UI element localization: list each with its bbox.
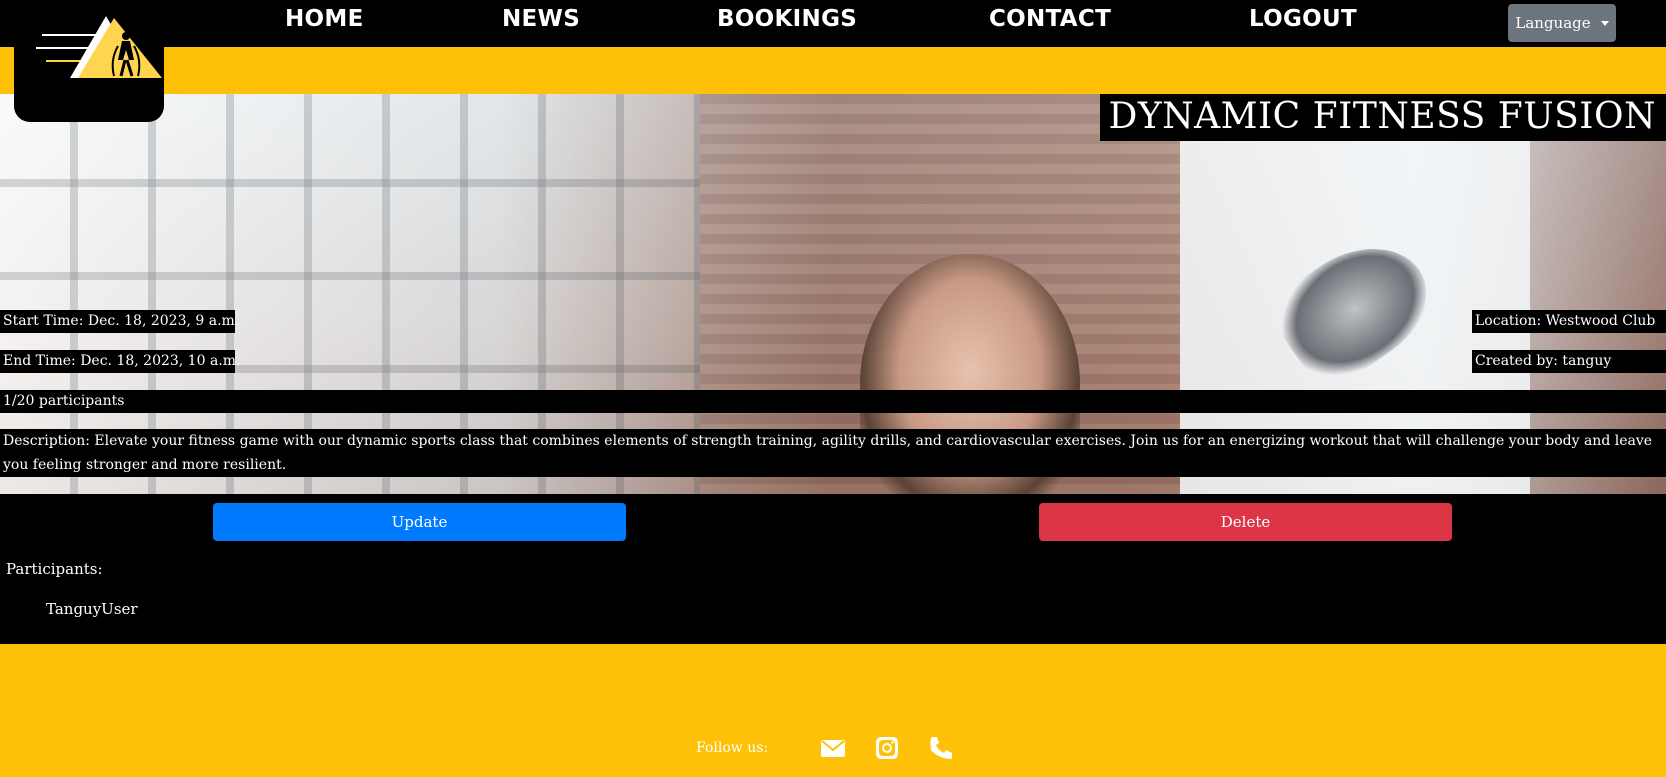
- created-by: Created by: tanguy: [1472, 350, 1666, 373]
- end-time: End Time: Dec. 18, 2023, 10 a.m.: [0, 350, 240, 373]
- language-label: Language: [1515, 14, 1591, 32]
- envelope-icon[interactable]: [820, 735, 846, 761]
- footer: Follow us:: [0, 644, 1666, 777]
- nav-news-link[interactable]: NEWS: [502, 6, 580, 32]
- class-title: DYNAMIC FITNESS FUSION: [1100, 94, 1666, 141]
- class-actions-panel: Update Delete Participants: TanguyUser: [0, 494, 1666, 644]
- phone-icon[interactable]: [928, 735, 954, 761]
- participants-heading: Participants:: [6, 560, 103, 578]
- participants-count: 1/20 participants: [0, 390, 1666, 413]
- top-navbar: HOME NEWS BOOKINGS CONTACT LOGOUT Langua…: [0, 0, 1666, 47]
- location: Location: Westwood Club: [1472, 310, 1666, 333]
- nav-home-link[interactable]: HOME: [285, 6, 364, 32]
- participant-item: TanguyUser: [46, 600, 138, 618]
- instagram-icon[interactable]: [874, 735, 900, 761]
- nav-contact-link[interactable]: CONTACT: [989, 6, 1111, 32]
- delete-button[interactable]: Delete: [1039, 503, 1452, 541]
- class-description: Description: Elevate your fitness game w…: [0, 429, 1666, 477]
- nav-logout-link[interactable]: LOGOUT: [1249, 6, 1357, 32]
- header-accent-band: [0, 47, 1666, 94]
- start-time: Start Time: Dec. 18, 2023, 9 a.m.: [0, 310, 239, 333]
- caret-down-icon: [1600, 20, 1609, 26]
- site-logo[interactable]: [14, 0, 164, 122]
- fitness-logo-icon: [36, 16, 162, 78]
- language-dropdown-button[interactable]: Language: [1508, 4, 1616, 42]
- update-button[interactable]: Update: [213, 503, 626, 541]
- follow-us-label: Follow us:: [696, 740, 769, 756]
- nav-bookings-link[interactable]: BOOKINGS: [717, 6, 857, 32]
